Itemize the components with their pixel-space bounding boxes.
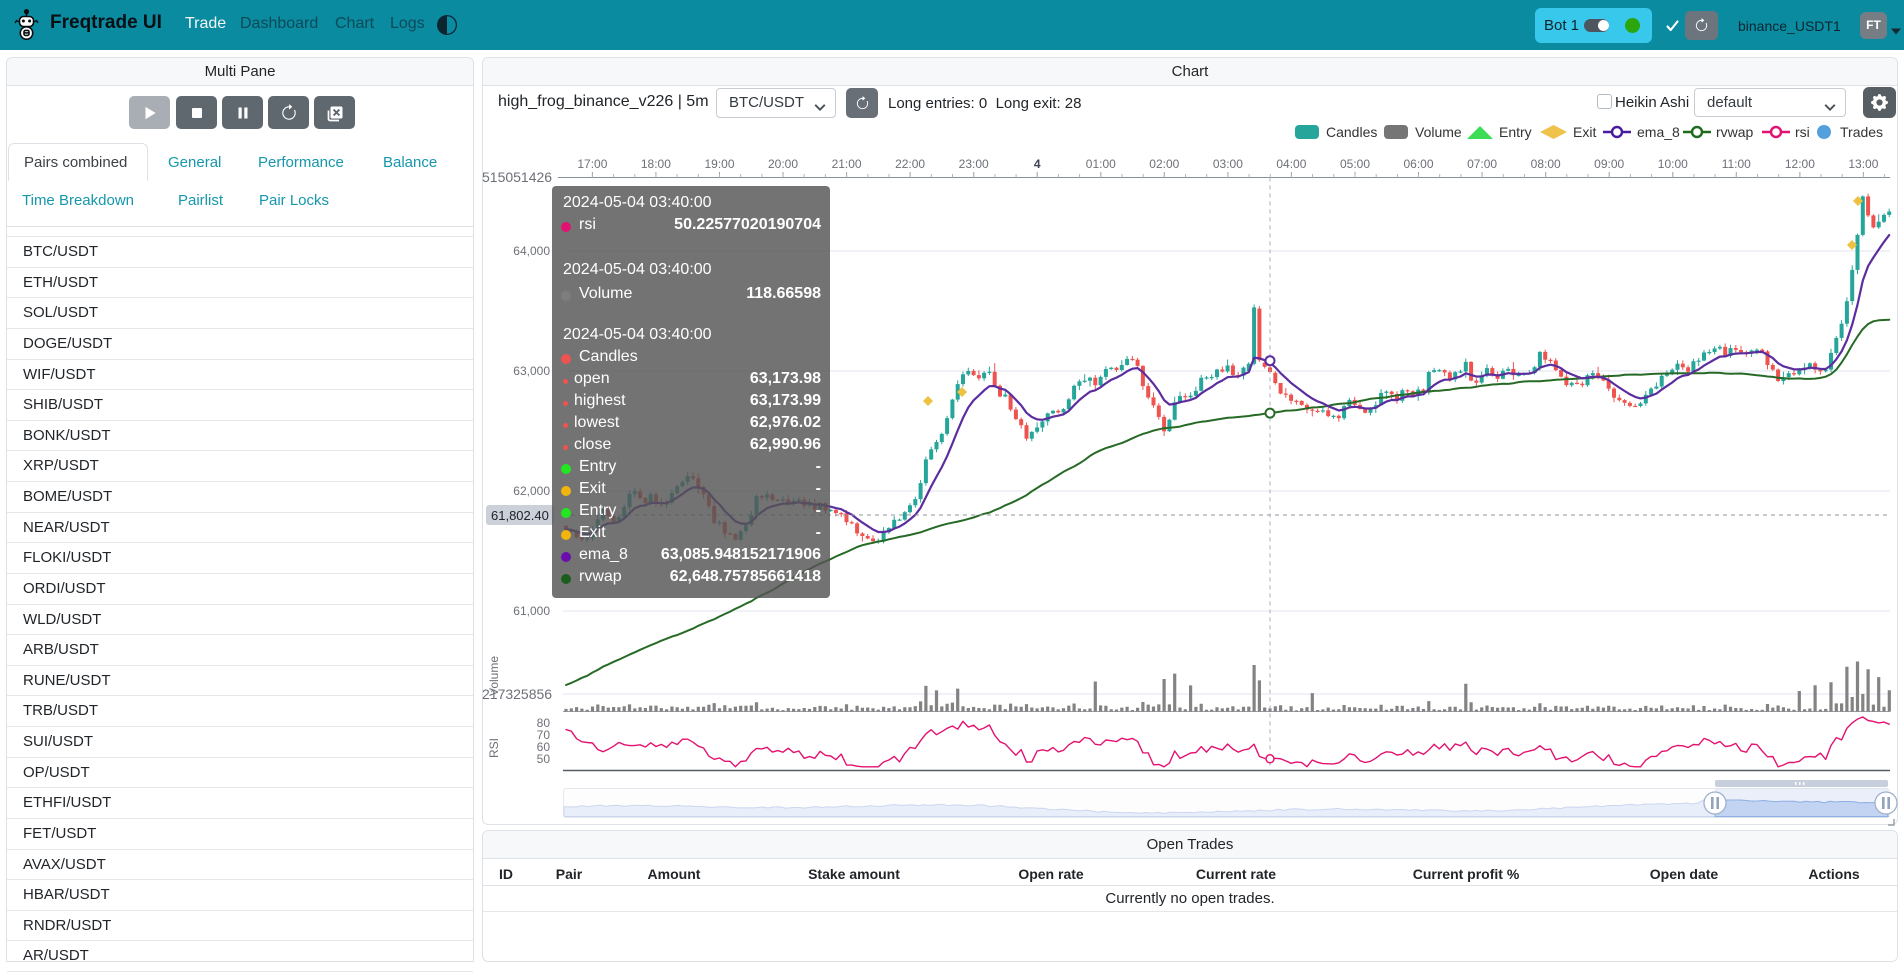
- svg-text:515051426: 515051426: [482, 169, 552, 185]
- svg-text:61,000: 61,000: [513, 604, 550, 618]
- svg-text:62,000: 62,000: [513, 484, 550, 498]
- svg-text:22:00: 22:00: [895, 157, 925, 171]
- svg-text:63,000: 63,000: [513, 364, 550, 378]
- svg-text:05:00: 05:00: [1340, 157, 1370, 171]
- svg-text:10:00: 10:00: [1658, 157, 1688, 171]
- svg-text:01:00: 01:00: [1086, 157, 1116, 171]
- svg-text:12:00: 12:00: [1785, 157, 1815, 171]
- svg-text:04:00: 04:00: [1276, 157, 1306, 171]
- svg-text:23:00: 23:00: [959, 157, 989, 171]
- svg-text:08:00: 08:00: [1531, 157, 1561, 171]
- svg-text:19:00: 19:00: [704, 157, 734, 171]
- svg-text:03:00: 03:00: [1213, 157, 1243, 171]
- svg-text:02:00: 02:00: [1149, 157, 1179, 171]
- svg-text:06:00: 06:00: [1403, 157, 1433, 171]
- svg-text:4: 4: [1034, 157, 1041, 171]
- svg-text:Volume: Volume: [487, 656, 501, 696]
- svg-text:17:00: 17:00: [577, 157, 607, 171]
- svg-text:13:00: 13:00: [1848, 157, 1878, 171]
- svg-text:07:00: 07:00: [1467, 157, 1497, 171]
- svg-text:21:00: 21:00: [832, 157, 862, 171]
- svg-text:11:00: 11:00: [1722, 157, 1751, 171]
- svg-text:18:00: 18:00: [641, 157, 671, 171]
- svg-text:RSI: RSI: [487, 738, 501, 758]
- svg-text:64,000: 64,000: [513, 244, 550, 258]
- svg-text:09:00: 09:00: [1594, 157, 1624, 171]
- svg-text:20:00: 20:00: [768, 157, 798, 171]
- svg-text:50: 50: [537, 752, 551, 766]
